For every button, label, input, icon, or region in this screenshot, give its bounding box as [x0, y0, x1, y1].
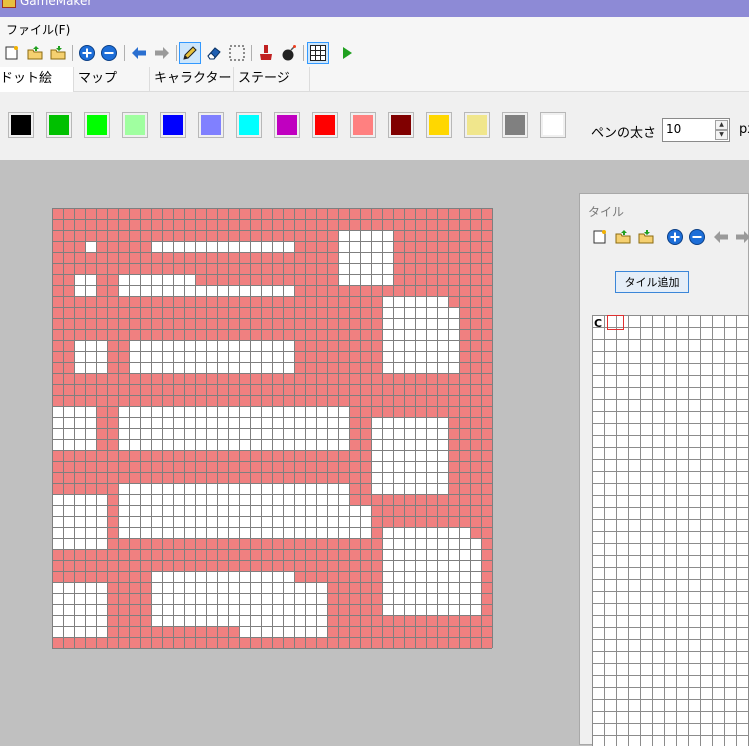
bomb-icon[interactable]: [279, 43, 299, 63]
fill-icon[interactable]: [256, 43, 276, 63]
color-swatch-fill: [391, 115, 411, 135]
blank-pixel-region: [52, 582, 107, 637]
color-swatch-fill: [87, 115, 107, 135]
color-swatch-fill: [277, 115, 297, 135]
color-swatch-fill: [163, 115, 183, 135]
pencil-icon[interactable]: [179, 42, 201, 64]
color-swatch[interactable]: [426, 112, 452, 138]
tile-zoom-in-icon[interactable]: [665, 227, 685, 247]
canvas-grid-lines: [52, 208, 493, 649]
open-icon[interactable]: [25, 43, 45, 63]
color-swatch[interactable]: [236, 112, 262, 138]
color-swatch-fill: [315, 115, 335, 135]
toolbar-separator: [303, 45, 304, 61]
main-toolbar: [0, 39, 749, 67]
color-swatch-fill: [11, 115, 31, 135]
color-swatch-fill: [505, 115, 525, 135]
zoom-in-icon[interactable]: [77, 43, 97, 63]
tile-toolbar: [580, 225, 749, 249]
palette-panel: ペンの太さ 10 ▲ ▼ px: [0, 92, 749, 160]
blank-pixel-region: [118, 505, 371, 538]
color-swatch[interactable]: [540, 112, 566, 138]
grid-icon[interactable]: [307, 42, 329, 64]
color-swatch-fill: [239, 115, 259, 135]
menu-file[interactable]: ファイル(F): [6, 21, 70, 38]
tile-new-icon[interactable]: [590, 227, 610, 247]
toolbar-separator: [176, 45, 177, 61]
tab-bar: ドット絵 マップ キャラクター ステージ: [0, 67, 749, 92]
color-swatch-fill: [49, 115, 69, 135]
pen-width-unit: px: [739, 122, 749, 137]
tab-character[interactable]: キャラクター: [150, 67, 234, 91]
tile-open-icon[interactable]: [613, 227, 633, 247]
tile-panel-title: タイル: [588, 205, 625, 219]
blank-pixel-region: [85, 241, 96, 252]
pen-width-stepper[interactable]: 10 ▲ ▼: [662, 118, 730, 142]
title-bar: GameMaker: [0, 0, 749, 17]
color-swatch-fill: [467, 115, 487, 135]
color-swatch-fill: [429, 115, 449, 135]
blank-pixel-region: [52, 494, 107, 549]
save-icon[interactable]: [48, 43, 68, 63]
tab-dot-art[interactable]: ドット絵: [0, 67, 74, 92]
tile-save-icon[interactable]: [636, 227, 656, 247]
color-swatch[interactable]: [312, 112, 338, 138]
eraser-icon[interactable]: [204, 43, 224, 63]
zoom-out-icon[interactable]: [99, 43, 119, 63]
color-swatch[interactable]: [8, 112, 34, 138]
color-swatch-fill: [201, 115, 221, 135]
play-icon[interactable]: [337, 43, 357, 63]
add-tile-button[interactable]: タイル追加: [615, 271, 689, 293]
blank-pixel-region: [74, 340, 107, 373]
color-swatch[interactable]: [46, 112, 72, 138]
tile-grid-lines: [592, 315, 749, 746]
tile-redo-icon[interactable]: [733, 227, 749, 247]
color-swatch[interactable]: [502, 112, 528, 138]
menu-bar: ファイル(F): [0, 17, 749, 39]
toolbar-separator: [124, 45, 125, 61]
tile-grid[interactable]: [592, 315, 749, 746]
app-icon: [2, 0, 16, 8]
window-title: GameMaker: [20, 0, 93, 8]
blank-pixel-region: [338, 230, 393, 285]
tile-corner-label: C: [594, 317, 603, 330]
blank-pixel-region: [173, 285, 294, 296]
redo-icon[interactable]: [152, 43, 172, 63]
dot-art-canvas[interactable]: [52, 208, 493, 649]
pen-width-value[interactable]: 10: [666, 122, 681, 136]
tile-undo-icon[interactable]: [711, 227, 731, 247]
color-swatch-fill: [125, 115, 145, 135]
color-swatch[interactable]: [122, 112, 148, 138]
color-swatch[interactable]: [84, 112, 110, 138]
new-icon[interactable]: [2, 43, 22, 63]
color-swatch-fill: [353, 115, 373, 135]
spin-down-button[interactable]: ▼: [715, 130, 728, 140]
color-swatch[interactable]: [350, 112, 376, 138]
tab-stage[interactable]: ステージ: [234, 67, 310, 91]
color-swatch-fill: [543, 115, 563, 135]
tile-panel: タイル タイル追加 C: [579, 193, 749, 746]
pen-width-label: ペンの太さ: [591, 126, 657, 141]
toolbar-separator: [72, 45, 73, 61]
select-rect-icon[interactable]: [227, 43, 247, 63]
color-swatch[interactable]: [198, 112, 224, 138]
color-swatch[interactable]: [160, 112, 186, 138]
color-swatch[interactable]: [464, 112, 490, 138]
tile-zoom-out-icon[interactable]: [687, 227, 707, 247]
blank-pixel-region: [129, 340, 294, 373]
toolbar-separator: [251, 45, 252, 61]
color-swatch[interactable]: [274, 112, 300, 138]
undo-icon[interactable]: [129, 43, 149, 63]
spin-up-button[interactable]: ▲: [715, 120, 728, 130]
tab-map[interactable]: マップ: [74, 67, 150, 91]
color-swatch[interactable]: [388, 112, 414, 138]
